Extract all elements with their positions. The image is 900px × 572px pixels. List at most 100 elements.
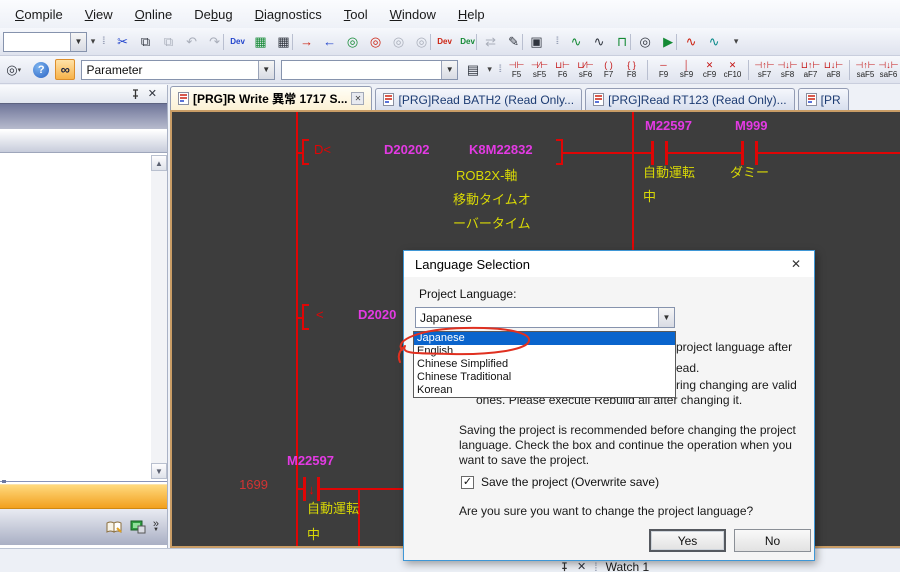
ladder-symbol-button[interactable]: ⊣↓⊢sF8 (776, 57, 799, 83)
close-icon[interactable]: ✕ (148, 89, 157, 100)
monitor-mode-icon[interactable]: ▦ (250, 31, 272, 53)
zoom-combo[interactable]: ▼ (3, 32, 87, 52)
navigation-caption-bar[interactable] (0, 103, 167, 129)
watch-window-caption[interactable]: ✕ ⁞ Watch 1 (560, 560, 649, 572)
ladder-symbol-button[interactable]: ─F9 (652, 57, 675, 83)
ladder-symbol-button[interactable]: ⊣∕⊢sF5 (528, 57, 551, 83)
ladder-symbol-toolbar: ⊣⊢F5 ⊣∕⊢sF5 ⊔⊢F6 ⊔∕⊢sF6 ( )F7 { }F8 ─F (505, 57, 900, 83)
help-icon[interactable]: ? (30, 59, 51, 81)
menu-item[interactable]: Online (124, 2, 184, 27)
device-find-icon[interactable]: ◎▾ (3, 59, 24, 81)
ladder-symbol-button[interactable]: ⊔↓⊢aF8 (822, 57, 845, 83)
find-icon[interactable]: ∞ (55, 59, 76, 80)
menu-item[interactable]: Compile (4, 2, 74, 27)
device-display-icon[interactable]: Dev (434, 31, 456, 53)
stop-monitor-icon[interactable]: ◎ (365, 31, 387, 53)
project-language-combo[interactable]: Japanese ▼ (415, 307, 675, 328)
ladder-symbol-button[interactable]: ⊔⊢F6 (551, 57, 574, 83)
menu-item[interactable]: Help (447, 2, 496, 27)
toolbar-grip[interactable]: ⁞⁞ (498, 64, 500, 75)
undo-icon[interactable]: ↶ (181, 31, 203, 53)
graph-teal-icon[interactable]: ∿ (703, 31, 725, 53)
toolbar-overflow-icon[interactable]: ▾ (484, 64, 496, 75)
ladder-symbol-button[interactable]: │sF9 (675, 57, 698, 83)
scroll-up-icon[interactable]: ▲ (151, 155, 167, 171)
combo-arrow-icon[interactable]: ▼ (441, 61, 457, 79)
device-comment: 中 (643, 186, 656, 205)
toolbar-overflow-icon[interactable]: ▾ (730, 36, 742, 47)
pin-icon[interactable] (560, 562, 569, 572)
menu-item[interactable]: View (74, 2, 124, 27)
language-option[interactable]: Chinese Simplified (414, 358, 675, 371)
ladder-symbol-button[interactable]: ⊣↓⊢saF6 (877, 57, 900, 83)
tab-close-icon[interactable]: ✕ (351, 92, 364, 105)
menu-item[interactable]: Tool (333, 2, 379, 27)
paste-icon[interactable]: ⧉ (158, 31, 180, 53)
trace-search-icon[interactable]: ◎ (634, 31, 656, 53)
document-tab[interactable]: [PRG]Read BATH2 (Read Only... ✕ (375, 88, 582, 110)
find-target-combo[interactable]: Parameter ▼ (81, 60, 274, 80)
ladder-branch-rail (358, 488, 360, 548)
toolbar-grip[interactable]: ⁞⁞ (556, 36, 558, 47)
book-icon[interactable] (106, 521, 123, 534)
pc-monitor-icon[interactable]: ▣ (526, 31, 548, 53)
device-comment-icon[interactable]: Dev (227, 31, 249, 53)
combo-arrow-icon[interactable]: ▼ (658, 308, 674, 327)
document-tab[interactable]: [PRG]R Write 異常 1717 S... ✕ (170, 86, 372, 110)
ladder-symbol-button[interactable]: ⊔∕⊢sF6 (574, 57, 597, 83)
print-preview-icon[interactable]: ▤ (462, 59, 483, 81)
cut-icon[interactable]: ✂ (112, 31, 134, 53)
pause-monitor-icon[interactable]: ◎ (388, 31, 410, 53)
ladder-branch-rail (632, 112, 634, 252)
graph-red-icon[interactable]: ∿ (680, 31, 702, 53)
document-tab[interactable]: [PRG]Read RT123 (Read Only)... ✕ (585, 88, 795, 110)
document-tab[interactable]: [PR ✕ (798, 88, 849, 110)
scroll-down-icon[interactable]: ▼ (151, 463, 167, 479)
language-option[interactable]: English (414, 345, 675, 358)
menu-item[interactable]: Diagnostics (244, 2, 333, 27)
panel-splitter[interactable] (0, 481, 167, 484)
ladder-symbol-button[interactable]: ✕cF9 (698, 57, 721, 83)
ladder-symbol-button[interactable]: ⊣↑⊢saF5 (854, 57, 877, 83)
pin-icon[interactable] (131, 89, 140, 100)
trace-start-icon[interactable]: ∿ (588, 31, 610, 53)
monitor-device-icon[interactable] (130, 520, 146, 534)
close-icon[interactable]: ✕ (577, 562, 586, 572)
selected-category-bar[interactable] (0, 484, 167, 509)
yes-button[interactable]: Yes (649, 529, 726, 552)
combo-arrow-icon[interactable]: ▼ (70, 33, 86, 51)
ladder-symbol-button[interactable]: ⊔↑⊢aF7 (799, 57, 822, 83)
copy-icon[interactable]: ⧉ (135, 31, 157, 53)
language-dropdown-list: Japanese English Chinese Simplified Chin… (413, 331, 676, 398)
scrollbar[interactable]: ▲ ▼ (151, 155, 167, 479)
device-label: M22597 (287, 453, 334, 468)
toolbar-grip[interactable]: ⁞⁞ (102, 36, 104, 47)
ladder-symbol-button[interactable]: ( )F7 (597, 57, 620, 83)
write-to-plc-icon[interactable]: → (296, 31, 318, 53)
language-option[interactable]: Japanese (414, 332, 675, 345)
ladder-symbol-button[interactable]: ✕cF10 (721, 57, 744, 83)
menu-item[interactable]: Window (379, 2, 447, 27)
read-from-plc-icon[interactable]: ← (319, 31, 341, 53)
trace-setting-icon[interactable]: ∿ (565, 31, 587, 53)
device-label: D2020 (358, 307, 396, 322)
start-monitor-icon[interactable]: ◎ (342, 31, 364, 53)
dialog-close-icon[interactable]: ✕ (779, 252, 813, 276)
address-combo[interactable]: ▼ (281, 60, 459, 80)
no-button[interactable]: No (734, 529, 811, 552)
navigation-tree-area[interactable]: ▲ ▼ (0, 153, 167, 481)
save-project-checkbox-row[interactable]: ✓ Save the project (Overwrite save) (461, 475, 659, 489)
footer-overflow-icon[interactable]: » ▼ (153, 521, 159, 533)
checkbox[interactable]: ✓ (461, 476, 474, 489)
language-option[interactable]: Chinese Traditional (414, 371, 675, 384)
device-comment: 自動運転 (643, 162, 695, 181)
language-option[interactable]: Korean (414, 384, 675, 397)
menu-item[interactable]: Debug (183, 2, 243, 27)
combo-arrow-icon[interactable]: ▼ (258, 61, 274, 79)
toolbar-overflow-icon[interactable]: ▾ (87, 36, 99, 47)
ladder-symbol-button[interactable]: ⊣⊢F5 (505, 57, 528, 83)
ladder-symbol-button[interactable]: { }F8 (620, 57, 643, 83)
verify-icon[interactable]: ⇄ (480, 31, 502, 53)
ladder-symbol-button[interactable]: ⊣↑⊢sF7 (753, 57, 776, 83)
navigation-toolbar-bar[interactable] (0, 129, 167, 153)
